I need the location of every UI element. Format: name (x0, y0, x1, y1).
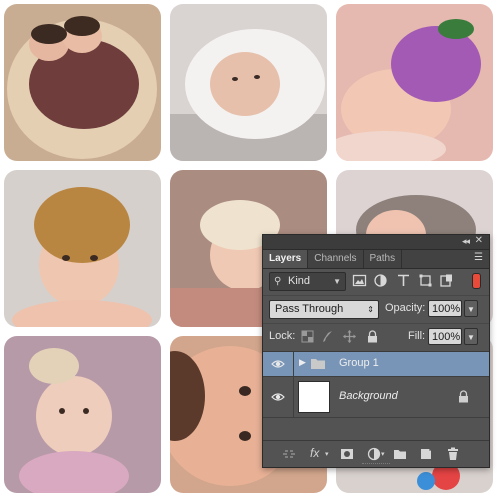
fill-label: Fill: (408, 330, 426, 342)
photo-baby-in-knit-brown-hat (4, 170, 161, 327)
layer-row-background[interactable]: Background (263, 377, 489, 418)
new-layer-icon[interactable] (419, 447, 433, 461)
tab-channels[interactable]: Channels (308, 250, 364, 268)
image-filter-icon[interactable] (352, 273, 367, 288)
panel-footer: fx ▾ ▾ (263, 440, 489, 467)
expand-group-icon[interactable]: ▶ (299, 357, 306, 368)
lock-row: Lock: Fill: 100% ▼ (263, 323, 489, 350)
opacity-dropdown-icon[interactable]: ▼ (464, 300, 478, 317)
blend-mode-label: Pass Through (275, 303, 344, 315)
lock-label: Lock: (269, 330, 296, 342)
blend-mode-select[interactable]: Pass Through ⇕ (269, 300, 379, 319)
chevron-updown-icon: ⇕ (367, 305, 374, 314)
eye-icon[interactable] (271, 358, 285, 370)
lock-brush-icon[interactable] (321, 330, 334, 343)
lock-all-icon[interactable] (366, 330, 379, 343)
adjustment-dropdown-icon: ▾ (381, 451, 385, 458)
lock-transparency-icon[interactable] (301, 330, 314, 343)
link-layers-icon[interactable] (282, 447, 296, 461)
new-group-icon[interactable] (393, 447, 407, 461)
layers-list: ▶ Group 1 Background (263, 351, 489, 442)
blend-row: Pass Through ⇕ Opacity: 100% ▼ (263, 295, 489, 322)
search-icon: ⚲ (274, 276, 282, 287)
chevron-down-icon: ▼ (333, 277, 341, 286)
panel-resize-handle[interactable] (362, 463, 390, 467)
eye-icon[interactable] (271, 391, 285, 403)
panel-menu-icon[interactable]: ☰ (474, 252, 483, 263)
tab-layers[interactable]: Layers (263, 250, 309, 268)
panel-tabs: Layers Channels Paths ☰ (263, 250, 489, 269)
layers-panel: ◂◂ ✕ Layers Channels Paths ☰ ⚲ Kind ▼ Pa… (262, 234, 490, 468)
panel-title-bar[interactable]: ◂◂ ✕ (263, 235, 489, 250)
close-panel-icon[interactable]: ✕ (475, 235, 483, 246)
filter-kind-select[interactable]: ⚲ Kind ▼ (269, 272, 346, 291)
layer-style-icon[interactable]: fx (310, 446, 319, 460)
layer-name-background[interactable]: Background (339, 390, 398, 402)
filter-kind-label: Kind (288, 275, 311, 287)
opacity-label: Opacity: (385, 302, 426, 314)
layer-filter-row: ⚲ Kind ▼ (263, 269, 489, 293)
tab-paths[interactable]: Paths (364, 250, 403, 268)
adjustment-filter-icon[interactable] (373, 273, 388, 288)
smart-object-filter-icon[interactable] (439, 273, 454, 288)
photo-baby-in-purple-flower-hat (336, 4, 493, 161)
add-mask-icon[interactable] (340, 447, 354, 461)
filter-toggle-switch[interactable] (472, 273, 481, 289)
layer-lock-icon (459, 390, 468, 403)
folder-icon (311, 359, 325, 369)
photo-twins-on-fur (4, 4, 161, 161)
photo-baby-with-flower-headband (4, 336, 161, 493)
opacity-input[interactable]: 100% (428, 300, 462, 317)
new-adjustment-layer-icon[interactable] (367, 447, 381, 461)
shape-filter-icon[interactable] (418, 273, 433, 288)
fill-dropdown-icon[interactable]: ▼ (464, 328, 478, 345)
layer-row-group-1[interactable]: ▶ Group 1 (263, 352, 489, 377)
layer-style-dropdown-icon: ▾ (325, 451, 329, 458)
photo-baby-in-white-towel (170, 4, 327, 161)
collapse-panel-icon[interactable]: ◂◂ (462, 236, 470, 247)
trash-icon[interactable] (446, 447, 460, 461)
type-filter-icon[interactable] (396, 273, 411, 288)
fill-input[interactable]: 100% (428, 328, 462, 345)
lock-move-icon[interactable] (343, 330, 356, 343)
layer-thumbnail (298, 381, 330, 413)
layer-name-group-1[interactable]: Group 1 (339, 357, 379, 369)
